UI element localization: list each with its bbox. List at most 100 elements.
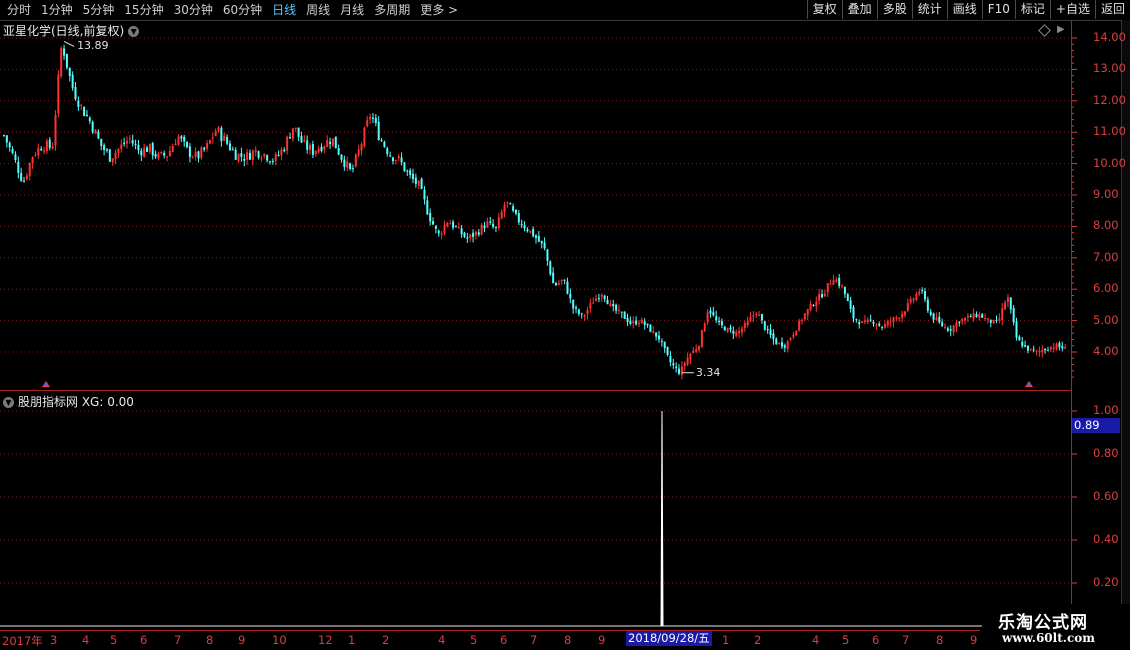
date-tick-label: 12 bbox=[318, 633, 333, 647]
candle-body bbox=[1021, 341, 1024, 347]
indicator-tick-label: 1.00 bbox=[1093, 403, 1119, 417]
candle-body bbox=[329, 141, 332, 145]
candle-body bbox=[134, 143, 137, 145]
candle-body bbox=[903, 311, 906, 316]
candle-body bbox=[140, 150, 143, 156]
date-tick-label: 2 bbox=[382, 633, 390, 647]
kline-chart[interactable] bbox=[0, 0, 1130, 650]
candle-body bbox=[1032, 349, 1035, 351]
candle-body bbox=[271, 160, 274, 162]
candle-body bbox=[580, 313, 583, 315]
candle-body bbox=[577, 309, 580, 314]
date-tick-label: 7 bbox=[530, 633, 538, 647]
high-marker-line bbox=[63, 41, 75, 47]
candle-body bbox=[114, 152, 117, 159]
candle-body bbox=[740, 328, 743, 333]
candle-body bbox=[660, 341, 663, 343]
chevron-down-icon[interactable]: ▼ bbox=[3, 397, 14, 408]
candle-body bbox=[746, 321, 749, 326]
candle-body bbox=[146, 147, 149, 152]
candle-body bbox=[855, 319, 858, 321]
candle-body bbox=[1061, 346, 1064, 349]
candle-body bbox=[992, 319, 995, 324]
candle-body bbox=[200, 147, 203, 158]
candle-body bbox=[543, 242, 546, 249]
candle-body bbox=[417, 180, 420, 186]
candle-body bbox=[223, 135, 226, 141]
candle-body bbox=[492, 223, 495, 228]
candle-body bbox=[732, 330, 735, 334]
candle-body bbox=[703, 323, 706, 332]
date-tick-label: 5 bbox=[842, 633, 850, 647]
candle-body bbox=[958, 321, 961, 323]
candle-body bbox=[901, 313, 904, 318]
candle-body bbox=[1001, 308, 1004, 320]
candle-body bbox=[789, 338, 792, 340]
candle-body bbox=[11, 148, 14, 154]
candle-body bbox=[609, 303, 612, 306]
candle-body bbox=[726, 328, 729, 332]
candle-body bbox=[1029, 348, 1032, 350]
date-tick-label: 3 bbox=[50, 633, 58, 647]
date-tick-label: 2017年 bbox=[2, 634, 43, 648]
candle-body bbox=[14, 154, 17, 161]
pane-separator[interactable] bbox=[0, 390, 1072, 391]
candle-body bbox=[615, 304, 618, 311]
candle-body bbox=[629, 320, 632, 324]
candle-body bbox=[108, 149, 111, 162]
candle-body bbox=[8, 142, 11, 148]
candle-body bbox=[294, 127, 297, 130]
signal-triangle-inner bbox=[43, 382, 49, 386]
candle-body bbox=[915, 293, 918, 301]
candle-body bbox=[1038, 350, 1041, 352]
candle-body bbox=[351, 167, 354, 169]
candle-body bbox=[497, 217, 500, 229]
candle-body bbox=[858, 321, 861, 325]
candle-body bbox=[798, 320, 801, 331]
candle-body bbox=[357, 149, 360, 156]
candle-body bbox=[637, 323, 640, 325]
candle-body bbox=[397, 156, 400, 159]
price-tick-label: 13.00 bbox=[1093, 61, 1126, 76]
candle-body bbox=[843, 286, 846, 295]
candle-body bbox=[360, 144, 363, 151]
candle-body bbox=[1055, 344, 1058, 350]
candle-body bbox=[297, 127, 300, 137]
candle-body bbox=[938, 316, 941, 323]
candle-body bbox=[529, 230, 532, 233]
candle-body bbox=[483, 225, 486, 229]
candle-body bbox=[700, 330, 703, 347]
candle-body bbox=[40, 148, 43, 151]
candle-body bbox=[429, 212, 432, 222]
candle-body bbox=[537, 236, 540, 242]
candle-body bbox=[964, 317, 967, 321]
right-side-panel[interactable] bbox=[1121, 20, 1130, 630]
candle-body bbox=[1012, 308, 1015, 323]
candle-body bbox=[1006, 297, 1009, 303]
date-tick-label: 7 bbox=[902, 633, 910, 647]
candle-body bbox=[812, 304, 815, 306]
candle-body bbox=[486, 221, 489, 228]
candle-body bbox=[760, 314, 763, 321]
candle-body bbox=[1044, 349, 1047, 351]
candle-body bbox=[998, 318, 1001, 321]
chevron-right-icon[interactable]: ▶ bbox=[1057, 24, 1065, 35]
candle-body bbox=[191, 157, 194, 159]
candle-body bbox=[157, 153, 160, 159]
candle-body bbox=[720, 321, 723, 326]
candle-body bbox=[989, 319, 992, 323]
candle-body bbox=[1058, 343, 1061, 348]
candle-body bbox=[449, 223, 452, 225]
candle-body bbox=[506, 201, 509, 203]
candle-body bbox=[815, 301, 818, 307]
candle-body bbox=[503, 204, 506, 213]
candle-body bbox=[5, 135, 8, 143]
candle-body bbox=[932, 313, 935, 320]
date-tick-label: 5 bbox=[470, 633, 478, 647]
candle-body bbox=[383, 141, 386, 147]
candle-body bbox=[826, 283, 829, 293]
candle-body bbox=[91, 121, 94, 133]
candle-body bbox=[377, 121, 380, 140]
chevron-down-icon[interactable]: ▼ bbox=[128, 26, 140, 37]
candle-body bbox=[214, 130, 217, 136]
